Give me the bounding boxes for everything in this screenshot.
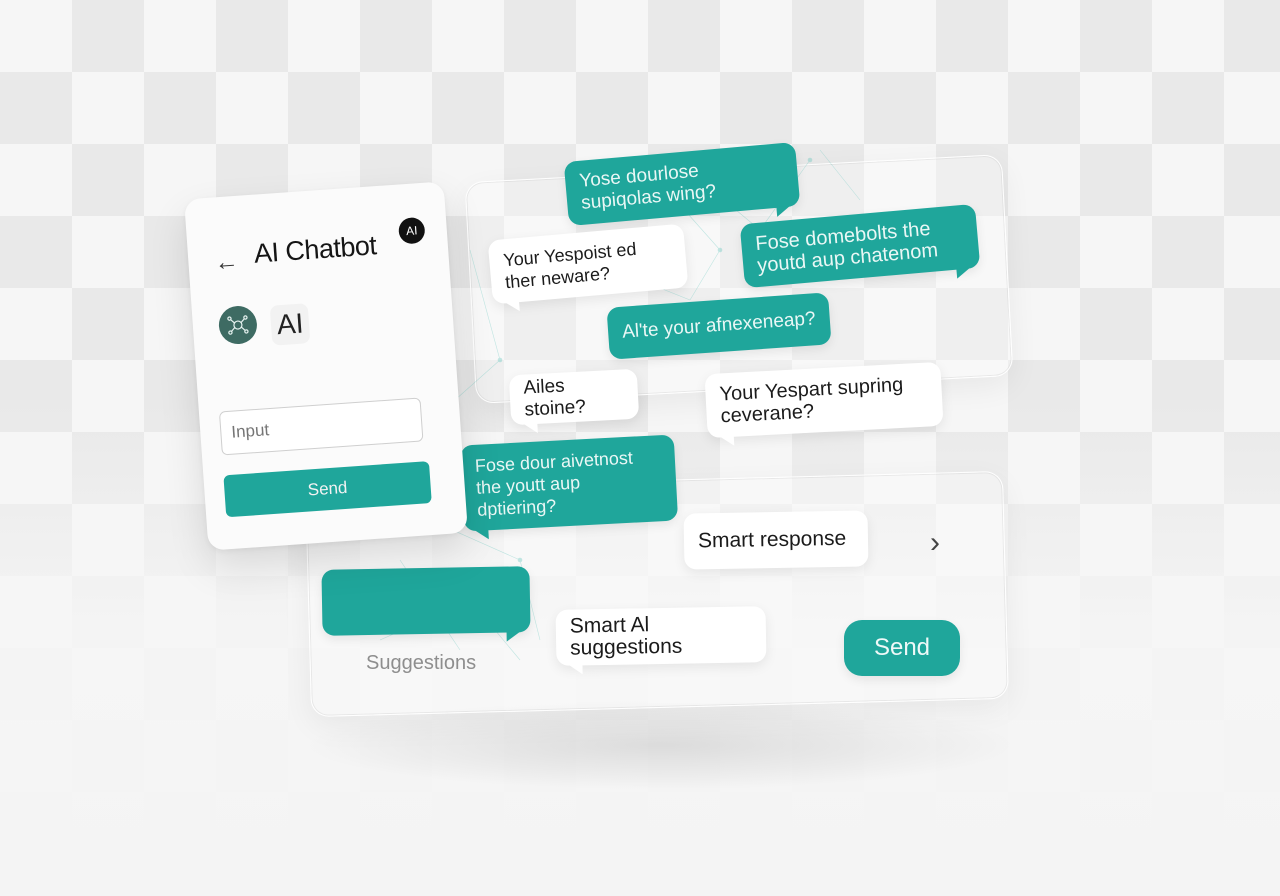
send-button[interactable]: Send bbox=[844, 620, 960, 676]
chat-bubble: Smart Al suggestions bbox=[555, 606, 767, 666]
arrow-left-icon[interactable]: ← bbox=[214, 248, 240, 278]
message-input[interactable] bbox=[218, 397, 424, 456]
page-title: AI Chatbot bbox=[252, 230, 378, 269]
chevron-right-icon[interactable]: › bbox=[930, 526, 940, 560]
chat-bubble: Smart response bbox=[683, 510, 869, 570]
chat-bubble: Fose dour aivetnost the youtt aup dptier… bbox=[459, 434, 679, 532]
avatar bbox=[217, 304, 259, 346]
send-button-card[interactable]: Send bbox=[223, 461, 432, 518]
ai-badge: AI bbox=[397, 216, 426, 245]
avatar-label: AI bbox=[269, 303, 311, 346]
chat-bubble: Ailes stoine? bbox=[508, 368, 640, 426]
suggestions-label: Suggestions bbox=[366, 652, 477, 674]
chat-bubble-empty bbox=[321, 566, 531, 636]
chat-bubble: Your Yespart supring ceverane? bbox=[704, 361, 944, 439]
network-node-icon bbox=[227, 315, 249, 335]
chatbot-card: ← AI Chatbot AI AI Send bbox=[184, 181, 468, 551]
